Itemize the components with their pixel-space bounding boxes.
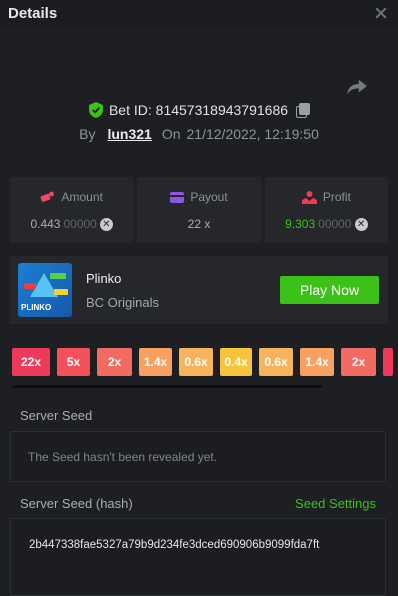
amount-label: Amount [61, 190, 103, 204]
amount-icon [40, 191, 55, 202]
profit-stat: Profit 9.303 00000 ✕ [264, 177, 388, 243]
share-icon[interactable] [346, 78, 368, 96]
game-name: Plinko [86, 270, 122, 286]
thumbnail-label: PLINKO [21, 303, 52, 312]
profit-value-dim: 00000 [318, 217, 352, 231]
amount-value: 0.443 [30, 217, 61, 231]
seed-settings-link[interactable]: Seed Settings [295, 496, 376, 511]
details-header: Details [0, 0, 398, 26]
multiplier-chip [383, 348, 393, 376]
game-provider: BC Originals [86, 294, 159, 310]
verified-shield-icon [88, 102, 103, 118]
close-icon[interactable] [374, 6, 388, 20]
multiplier-chip: 0.6x [259, 348, 293, 376]
bet-id-row: Bet ID: 81457318943791686 [0, 102, 398, 118]
copy-icon[interactable] [296, 103, 311, 118]
multiplier-scrollbar[interactable] [12, 385, 322, 388]
modal-title: Details [8, 4, 58, 22]
server-seed-value: The Seed hasn't been revealed yet. [28, 449, 218, 464]
play-now-button[interactable]: Play Now [280, 276, 379, 304]
amount-value-dim: 00000 [63, 217, 97, 231]
multiplier-chip: 0.4x [220, 348, 252, 376]
game-card: PLINKO Plinko BC Originals Play Now [10, 256, 388, 324]
server-hash-label: Server Seed (hash) [20, 496, 133, 511]
profit-value: 9.303 [285, 217, 316, 231]
multiplier-strip: 22x 5x 2x 1.4x 0.6x 0.4x 0.6x 1.4x 2x [12, 348, 398, 376]
bet-datetime: 21/12/2022, 12:19:50 [186, 126, 319, 142]
server-seed-field: The Seed hasn't been revealed yet. [10, 431, 386, 482]
multiplier-chip: 0.6x [179, 348, 213, 376]
by-label: By [79, 126, 96, 142]
amount-stat: Amount 0.443 00000 ✕ [10, 177, 134, 243]
on-label: On [161, 126, 181, 142]
plinko-thumbnail[interactable]: PLINKO [18, 263, 72, 317]
payout-stat: Payout 22 x [137, 177, 261, 243]
coin-icon: ✕ [99, 217, 113, 231]
bet-stats: Amount 0.44300000 ✕ Payout 22 x Profit [10, 177, 388, 243]
username-link[interactable]: lun321 [107, 126, 151, 142]
multiplier-chip: 2x [341, 348, 376, 376]
profit-label: Profit [322, 190, 351, 204]
multiplier-chip: 5x [57, 348, 90, 376]
payout-label: Payout [190, 190, 228, 204]
multiplier-chip: 22x [12, 348, 50, 376]
multiplier-chip: 2x [97, 348, 132, 376]
payout-icon [170, 191, 185, 203]
payout-value: 22 x [187, 217, 211, 231]
profit-icon [301, 190, 317, 204]
bet-meta-row: By lun321 On 21/12/2022, 12:19:50 [0, 126, 398, 142]
server-seed-label: Server Seed [20, 408, 93, 423]
server-hash-field[interactable]: 2b447338fae5327a79b9d234fe3dced690906b90… [10, 518, 386, 596]
server-hash-value: 2b447338fae5327a79b9d234fe3dced690906b90… [29, 539, 320, 551]
multiplier-chip: 1.4x [300, 348, 334, 376]
coin-icon: ✕ [354, 217, 368, 231]
bet-id: Bet ID: 81457318943791686 [108, 102, 289, 118]
multiplier-chip: 1.4x [139, 348, 172, 376]
